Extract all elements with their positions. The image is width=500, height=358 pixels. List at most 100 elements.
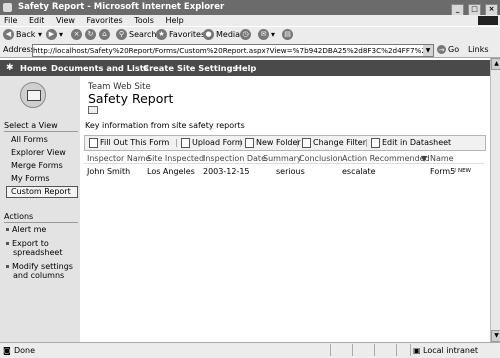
- window-title: Safety Report - Microsoft Internet Explo…: [17, 2, 225, 12]
- stop-button[interactable]: ×: [71, 29, 84, 41]
- go-label: Go: [448, 45, 460, 54]
- back-label: Back: [16, 30, 36, 39]
- scroll-down-icon[interactable]: ▼: [491, 330, 500, 342]
- new-folder-button[interactable]: New Folder: [245, 137, 301, 149]
- address-input[interactable]: http://localhost/Safety%20Report/Forms/C…: [32, 44, 434, 57]
- ie-icon: [3, 3, 12, 12]
- forward-button[interactable]: ▶ ▾: [46, 29, 63, 41]
- media-button[interactable]: ● Media: [203, 29, 240, 41]
- header-summary[interactable]: Summary: [263, 154, 302, 163]
- media-label: Media: [216, 30, 241, 39]
- menu-help[interactable]: Help: [165, 16, 183, 25]
- nav-documents-and-lists[interactable]: Documents and Lists: [51, 60, 149, 76]
- nav-create[interactable]: Create: [143, 60, 174, 76]
- menu-tools[interactable]: Tools: [134, 16, 154, 25]
- status-panel: [352, 344, 353, 356]
- home-button[interactable]: ⌂: [99, 29, 112, 41]
- search-label: Search: [129, 30, 157, 39]
- new-folder-label: New Folder: [256, 138, 301, 147]
- nav-site-settings[interactable]: Site Settings: [177, 60, 237, 76]
- menu-edit[interactable]: Edit: [29, 16, 45, 25]
- view-my-forms[interactable]: My Forms: [11, 174, 50, 184]
- search-button[interactable]: ⚲ Search: [116, 29, 156, 41]
- header-action-recommended[interactable]: Action Recommended: [342, 154, 430, 163]
- status-panel: [410, 344, 411, 356]
- address-label: Address: [3, 45, 35, 54]
- action-alert-me[interactable]: Alert me: [6, 225, 46, 235]
- upload-form-button[interactable]: Upload Form: [181, 137, 243, 149]
- star-icon: ★: [156, 29, 167, 40]
- cell-conclusion: serious: [276, 167, 305, 176]
- fill-out-form-button[interactable]: Fill Out This Form: [89, 137, 169, 149]
- view-all-forms[interactable]: All Forms: [11, 135, 48, 145]
- edit-datasheet-button[interactable]: Edit in Datasheet: [371, 137, 451, 149]
- menu-bar: File Edit View Favorites Tools Help: [0, 15, 500, 26]
- address-bar: Address http://localhost/Safety%20Report…: [0, 43, 500, 58]
- favorites-button[interactable]: ★ Favorites: [156, 29, 205, 41]
- bullet-icon: [6, 242, 9, 245]
- upload-form-label: Upload Form: [192, 138, 243, 147]
- view-merge-forms[interactable]: Merge Forms: [11, 161, 63, 171]
- change-filter-button[interactable]: Change Filter: [302, 137, 366, 149]
- action-modify-label-line2[interactable]: and columns: [13, 271, 64, 281]
- change-filter-label: Change Filter: [313, 138, 366, 147]
- home-icon: ⌂: [99, 29, 110, 40]
- standard-toolbar: ◀ Back ▾ ▶ ▾ × ↻ ⌂ ⚲ Search ★ Favorites ● Med…: [0, 26, 500, 44]
- menu-file[interactable]: File: [4, 16, 17, 25]
- menu-favorites[interactable]: Favorites: [87, 16, 123, 25]
- intranet-icon: ▣: [413, 346, 421, 355]
- refresh-icon: ↻: [85, 29, 96, 40]
- sharepoint-logo-icon: ✱: [6, 63, 14, 73]
- sharepoint-top-nav: ✱ Home Documents and Lists Create Site S…: [0, 60, 490, 76]
- action-export-label-line2[interactable]: spreadsheet: [13, 248, 62, 258]
- menu-view[interactable]: View: [56, 16, 75, 25]
- folder-icon: [88, 106, 98, 114]
- media-icon: ●: [203, 29, 214, 40]
- mail-button[interactable]: ✉ ▾: [258, 29, 275, 41]
- nav-help[interactable]: Help: [235, 60, 256, 76]
- history-button[interactable]: ◷: [240, 29, 253, 41]
- zone-text: Local intranet: [423, 346, 479, 355]
- address-dropdown-icon[interactable]: ▼: [423, 45, 433, 56]
- scroll-up-icon[interactable]: ▲: [491, 58, 500, 70]
- header-site-inspected[interactable]: Site Inspected: [147, 154, 204, 163]
- stop-icon: ×: [71, 29, 82, 40]
- header-inspector-name[interactable]: Inspector Name: [87, 154, 150, 163]
- separator: |: [365, 138, 368, 147]
- header-conclusion[interactable]: Conclusion: [299, 154, 343, 163]
- print-button[interactable]: ▤: [282, 29, 295, 41]
- cell-name-link[interactable]: Form5: [430, 167, 455, 176]
- header-divider: [84, 163, 484, 164]
- header-inspection-date[interactable]: Inspection Date: [203, 154, 266, 163]
- forward-arrow-icon: ▶: [46, 29, 57, 40]
- status-panel: [374, 344, 375, 356]
- go-button[interactable]: → Go: [437, 44, 459, 56]
- form-icon: [89, 137, 98, 148]
- cell-inspector: John Smith: [87, 167, 131, 176]
- favorites-label: Favorites: [169, 30, 206, 39]
- view-custom-report[interactable]: Custom Report: [6, 186, 78, 198]
- fill-out-form-label: Fill Out This Form: [100, 138, 170, 147]
- separator: |: [239, 138, 242, 147]
- status-panel: [396, 344, 397, 356]
- window-title-bar: Safety Report - Microsoft Internet Explo…: [0, 0, 500, 16]
- action-modify-label: Modify settings: [12, 262, 73, 271]
- links-button[interactable]: Links: [468, 44, 489, 56]
- refresh-button[interactable]: ↻: [85, 29, 98, 41]
- back-button[interactable]: ◀ Back ▾: [3, 29, 42, 41]
- divider: [4, 131, 78, 132]
- view-explorer-view[interactable]: Explorer View: [11, 148, 66, 158]
- left-nav-panel: [0, 76, 80, 342]
- separator: |: [175, 138, 178, 147]
- windows-logo-icon: [478, 16, 498, 25]
- bullet-icon: [6, 228, 9, 231]
- new-folder-icon: [245, 137, 254, 148]
- list-toolbar: Fill Out This Form | Upload Form | New F…: [84, 135, 486, 151]
- separator: |: [296, 138, 299, 147]
- filter-funnel-icon[interactable]: ▼: [421, 154, 427, 163]
- header-name[interactable]: Name: [430, 154, 454, 163]
- nav-home[interactable]: Home: [20, 60, 47, 76]
- status-bar: ◙ Done ▣ Local intranet: [0, 342, 500, 358]
- vertical-scrollbar[interactable]: ▲ ▼: [490, 58, 500, 342]
- cell-action: escalate: [342, 167, 376, 176]
